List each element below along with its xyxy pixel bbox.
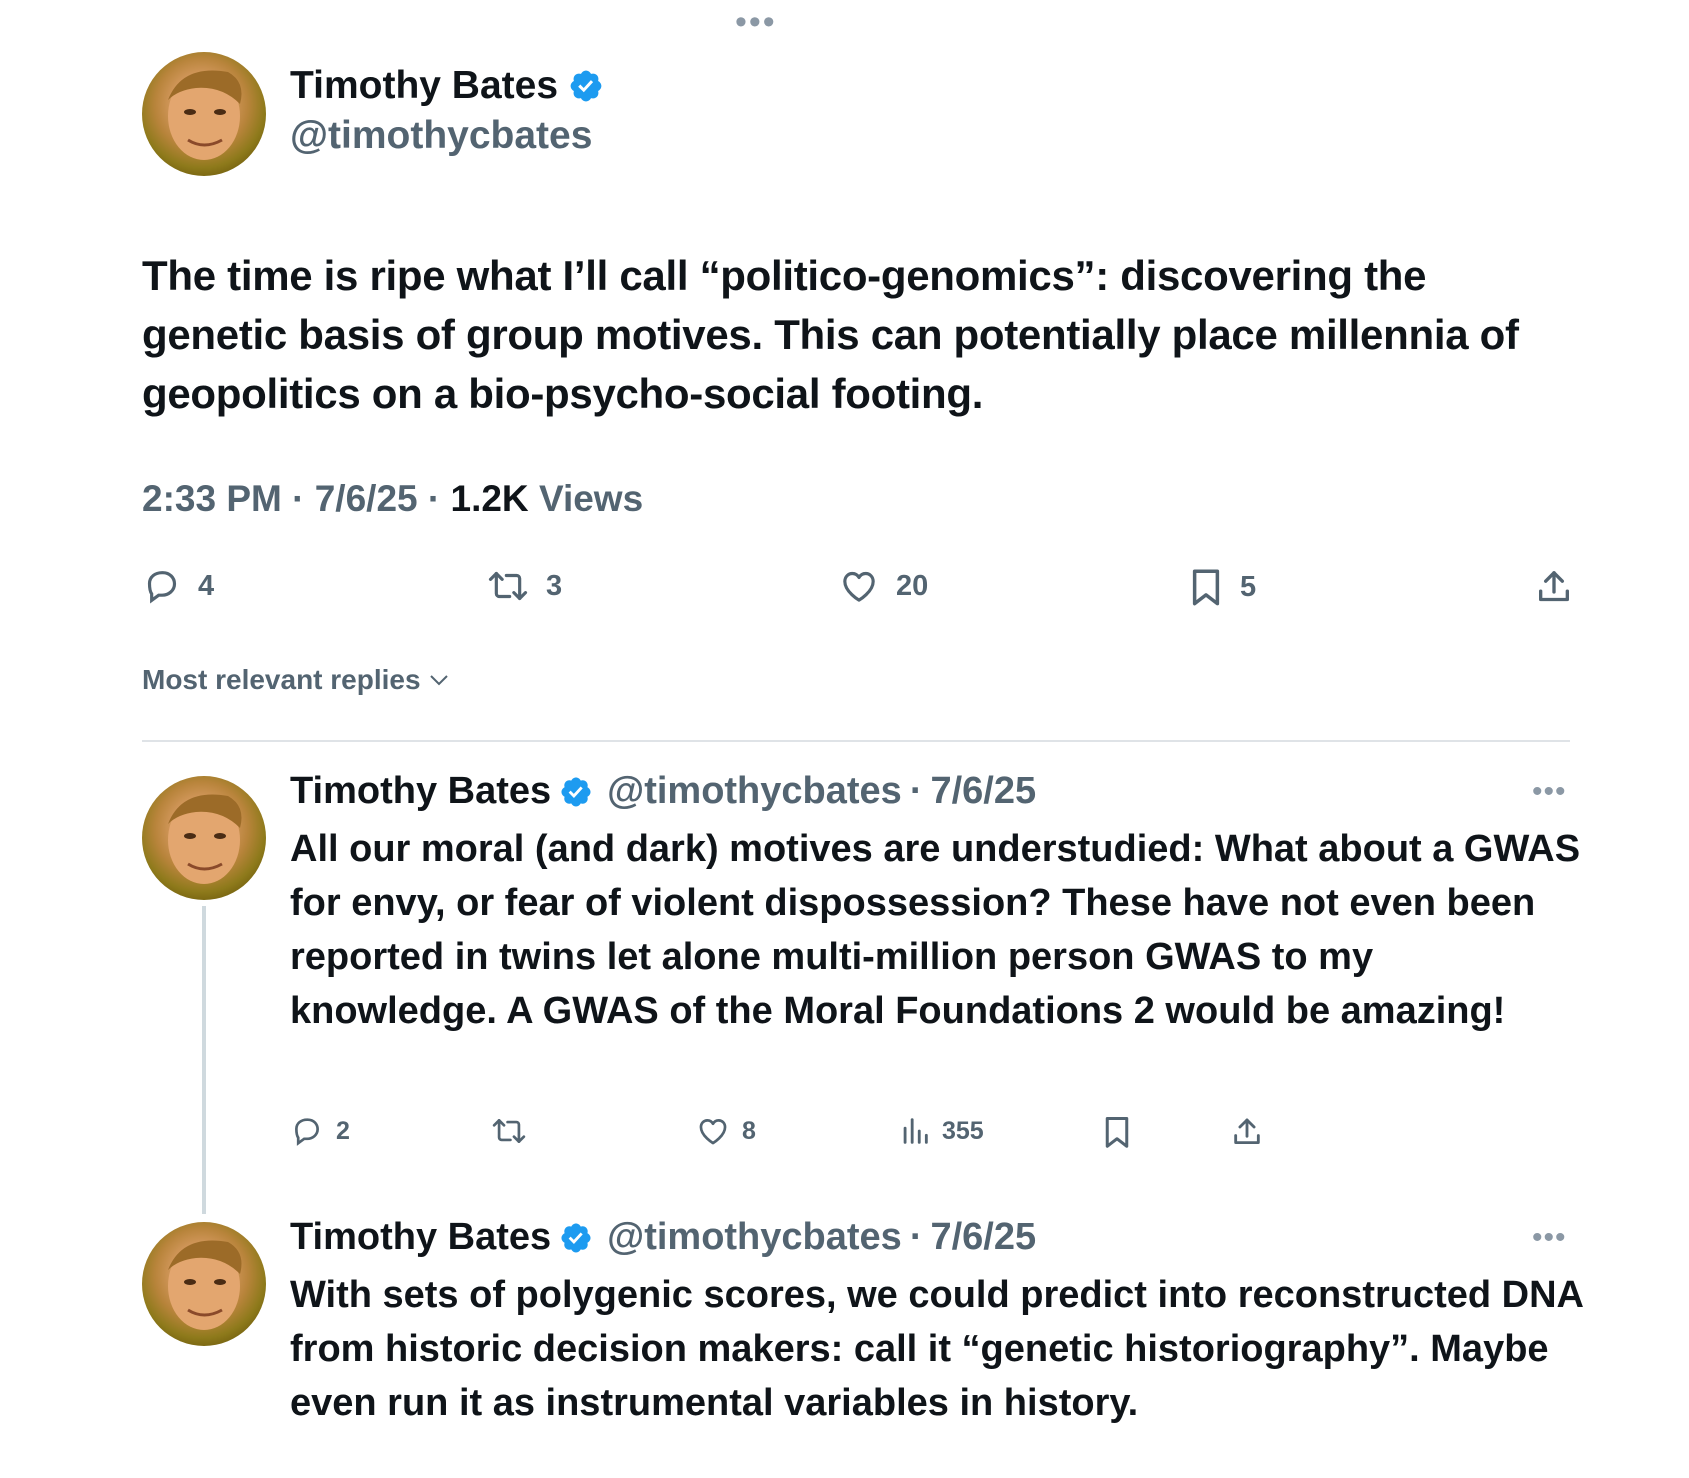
- avatar[interactable]: [142, 776, 266, 900]
- bookmark-count: 5: [1240, 570, 1257, 603]
- reply-count: 2: [336, 1116, 350, 1145]
- more-dots-icon[interactable]: •••: [1532, 777, 1567, 807]
- reply-count: 4: [198, 569, 215, 602]
- reply-bubble-icon: [295, 1118, 319, 1146]
- views-count: 355: [942, 1116, 984, 1145]
- share-button[interactable]: [1230, 1114, 1264, 1150]
- reply-author-name[interactable]: Timothy Bates: [290, 770, 551, 813]
- reply-text: All our moral (and dark) motives are und…: [290, 828, 1581, 1032]
- bar-chart-icon: [903, 1118, 928, 1144]
- chevron-down-icon: [429, 675, 448, 686]
- reply-author-name[interactable]: Timothy Bates: [290, 1216, 551, 1259]
- bookmark-button[interactable]: [1102, 1114, 1132, 1150]
- author-handle[interactable]: @timothycbates: [290, 114, 592, 158]
- verified-badge-icon[interactable]: [559, 1221, 593, 1255]
- reply-author-handle[interactable]: @timothycbates: [607, 1216, 902, 1259]
- tweet-time[interactable]: 2:33 PM: [142, 478, 282, 519]
- share-upload-icon: [1234, 1118, 1260, 1145]
- reply-text: With sets of polygenic scores, we could …: [290, 1274, 1583, 1424]
- like-button[interactable]: 8: [696, 1114, 756, 1148]
- reply-button[interactable]: 2: [290, 1114, 350, 1148]
- meta-separator: ·: [427, 478, 441, 519]
- verified-badge-icon[interactable]: [568, 68, 604, 104]
- repost-button[interactable]: 3: [486, 566, 562, 606]
- verified-badge-icon[interactable]: [559, 775, 593, 809]
- header-separator: ·: [909, 1216, 923, 1258]
- tweet-date[interactable]: 7/6/25: [315, 478, 418, 519]
- avatar[interactable]: [142, 52, 266, 176]
- reply-date[interactable]: 7/6/25: [930, 770, 1036, 813]
- author-name[interactable]: Timothy Bates: [290, 64, 604, 108]
- like-count: 20: [896, 569, 929, 602]
- divider: [142, 740, 1570, 742]
- like-button[interactable]: 20: [838, 566, 928, 606]
- reply-author-handle[interactable]: @timothycbates: [607, 770, 902, 813]
- top-more-dots-icon[interactable]: •••: [735, 5, 777, 39]
- reply-header: Timothy Bates @timothycbates · 7/6/25: [290, 770, 1036, 813]
- views-button[interactable]: 355: [900, 1114, 984, 1148]
- tweet-meta: 2:33 PM · 7/6/25 · 1.2K Views: [142, 478, 643, 520]
- share-upload-icon: [1539, 571, 1569, 602]
- share-button[interactable]: [1534, 566, 1574, 608]
- sort-replies-dropdown[interactable]: Most relevant replies: [142, 664, 451, 696]
- bookmark-icon: [1105, 1117, 1129, 1148]
- bookmark-icon: [1192, 569, 1220, 606]
- author-name-text[interactable]: Timothy Bates: [290, 64, 558, 108]
- views-count: 1.2K: [450, 478, 529, 519]
- views-label: Views: [538, 478, 644, 519]
- repost-icon: [488, 571, 528, 601]
- reply-button[interactable]: 4: [142, 566, 214, 606]
- heart-icon: [843, 571, 875, 602]
- repost-count: 3: [546, 569, 563, 602]
- header-separator: ·: [909, 770, 923, 812]
- sort-label: Most relevant replies: [142, 664, 421, 695]
- reply-bubble-icon: [147, 571, 177, 604]
- tweet-text: The time is ripe what I’ll call “politic…: [142, 252, 1519, 417]
- more-dots-icon[interactable]: •••: [1532, 1223, 1567, 1253]
- repost-button[interactable]: [490, 1114, 540, 1148]
- meta-separator: ·: [292, 478, 305, 519]
- reply-date[interactable]: 7/6/25: [930, 1216, 1036, 1259]
- avatar[interactable]: [142, 1222, 266, 1346]
- like-count: 8: [742, 1116, 756, 1145]
- heart-icon: [699, 1119, 727, 1145]
- bookmark-button[interactable]: 5: [1188, 566, 1256, 608]
- reply-header: Timothy Bates @timothycbates · 7/6/25: [290, 1216, 1036, 1259]
- thread-line: [202, 906, 206, 1214]
- repost-icon: [492, 1119, 526, 1143]
